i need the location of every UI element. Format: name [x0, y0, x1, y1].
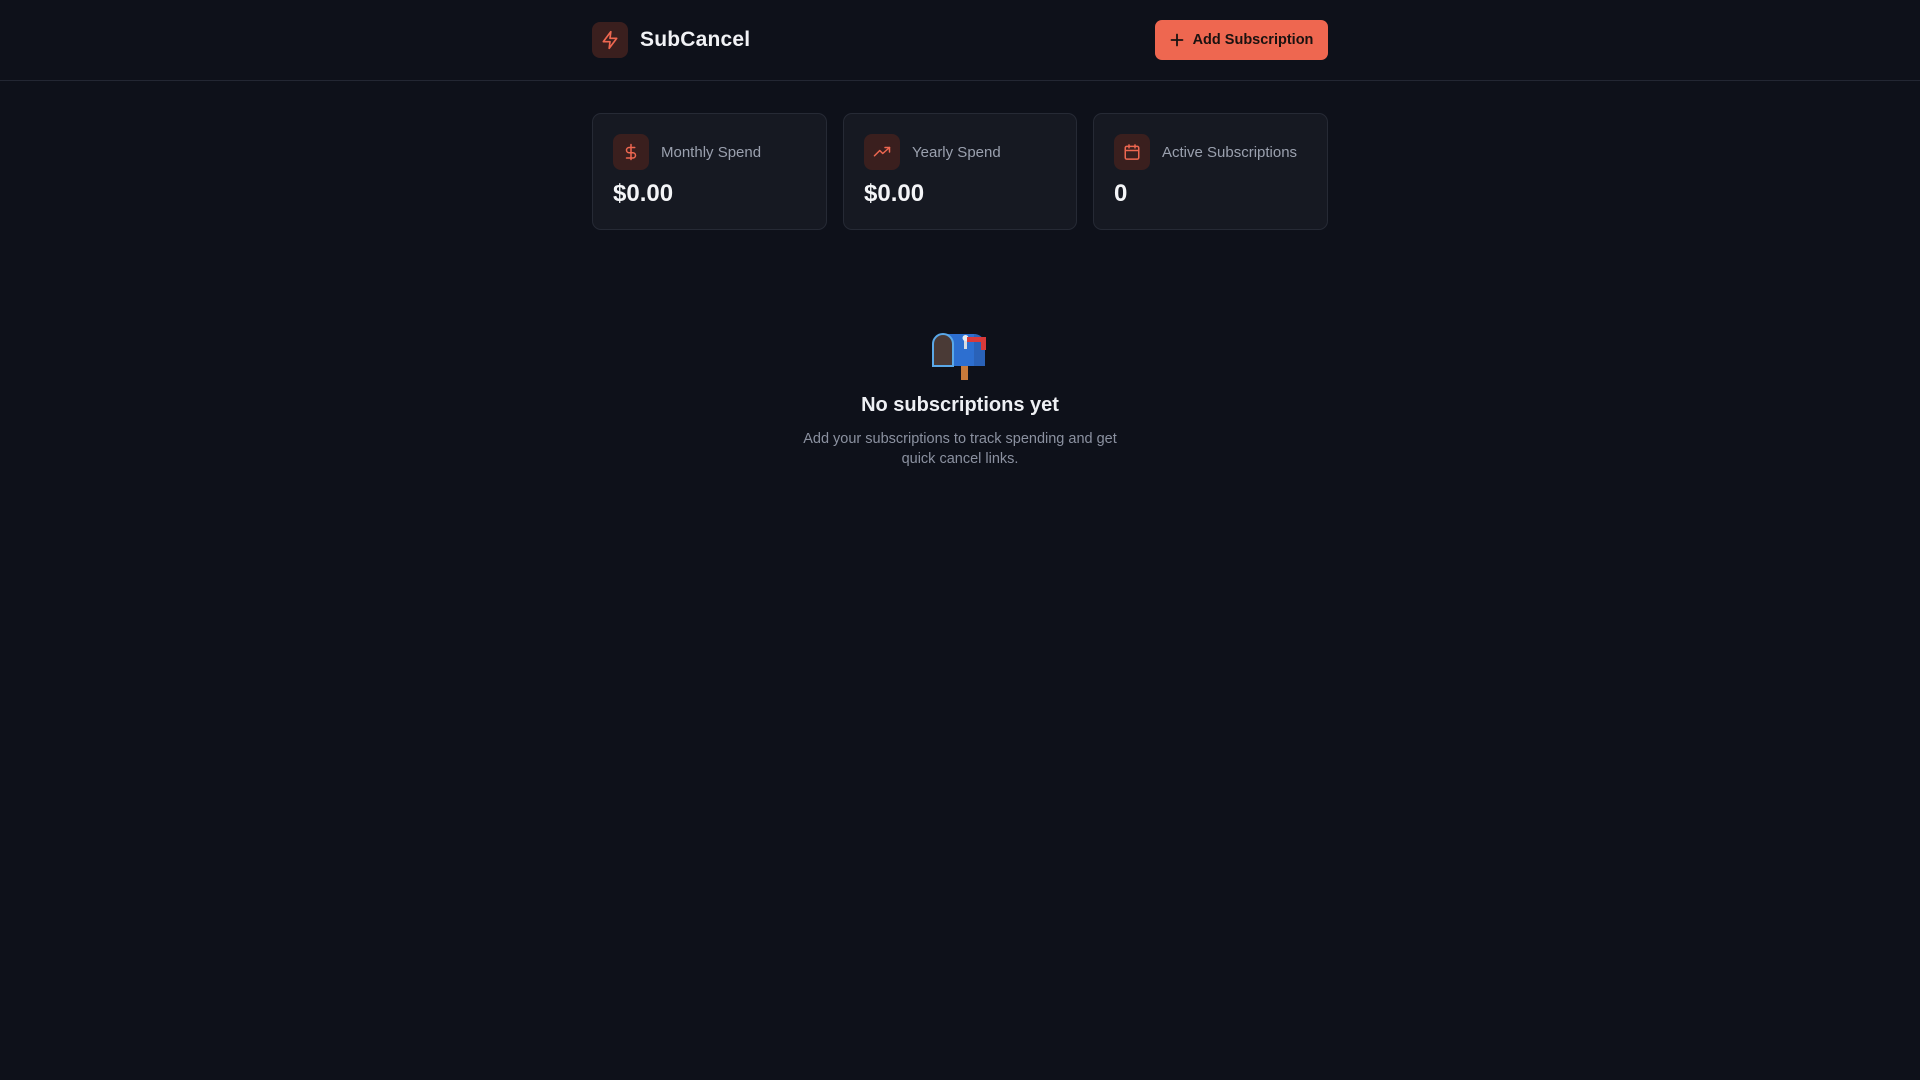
- yearly-spend-value: $0.00: [864, 180, 925, 207]
- empty-state-description: Add your subscriptions to track spending…: [803, 431, 1117, 467]
- monthly-spend-value: $0.00: [613, 180, 674, 207]
- lightning-bolt-icon: [592, 22, 628, 58]
- monthly-spend-label: Monthly Spend: [661, 144, 762, 161]
- monthly-spend-card: Monthly Spend $0.00: [592, 113, 827, 230]
- add-subscription-button[interactable]: Add Subscription: [1155, 20, 1328, 60]
- calendar-icon: [1114, 134, 1150, 170]
- mailbox-icon: [932, 333, 986, 380]
- app-name: SubCancel: [640, 28, 751, 51]
- brand[interactable]: SubCancel: [592, 22, 750, 58]
- dollar-sign-icon: [613, 134, 649, 170]
- add-subscription-label: Add Subscription: [1192, 32, 1314, 48]
- trending-up-icon: [864, 134, 900, 170]
- active-subscriptions-card: Active Subscriptions 0: [1093, 113, 1328, 230]
- active-subscriptions-label: Active Subscriptions: [1162, 144, 1298, 161]
- app-header: SubCancel Add Subscription: [0, 0, 1920, 81]
- yearly-spend-card: Yearly Spend $0.00: [843, 113, 1077, 230]
- yearly-spend-label: Yearly Spend: [912, 144, 1001, 161]
- empty-state: No subscriptions yet Add your subscripti…: [760, 328, 1160, 469]
- empty-state-title: No subscriptions yet: [861, 394, 1059, 416]
- active-subscriptions-value: 0: [1114, 180, 1128, 207]
- plus-icon: [1170, 33, 1183, 47]
